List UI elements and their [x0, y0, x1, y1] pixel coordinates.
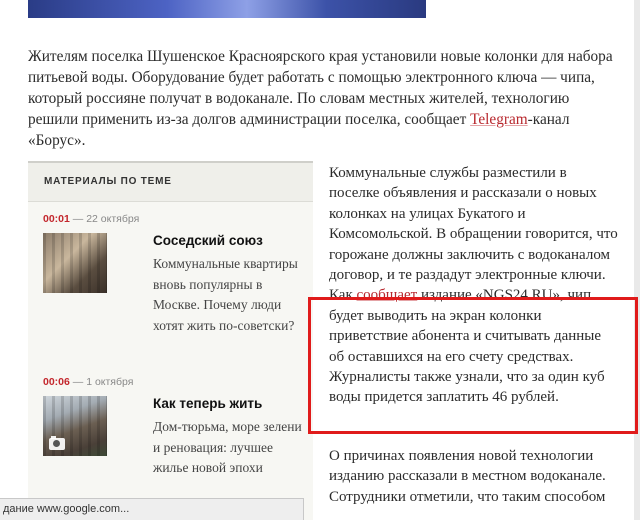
news-date: — 22 октября [69, 213, 140, 225]
news-date: — 1 октября [69, 376, 134, 388]
news-description: Коммунальные квартиры вновь популярны в … [153, 256, 298, 333]
related-news-item[interactable]: 00:06 — 1 октября Как теперь жить Дом-тю… [43, 376, 308, 475]
sidebar-heading: МАТЕРИАЛЫ ПО ТЕМЕ [28, 163, 313, 202]
article-top-image [28, 0, 426, 18]
related-news-item[interactable]: 00:01 — 22 октября Соседский союз Коммун… [43, 213, 308, 333]
news-meta: 00:01 — 22 октября [43, 213, 308, 227]
article-lead: Жителям поселка Шушенское Красноярского … [28, 48, 613, 149]
news-time: 00:01 [43, 213, 70, 225]
browser-status-bar: дание www.google.com... [0, 498, 304, 520]
news-meta: 00:06 — 1 октября [43, 376, 308, 390]
telegram-link[interactable]: Telegram [470, 111, 528, 128]
article-paragraph: О причинах появления новой технологии из… [329, 448, 606, 505]
article-paragraph: Коммунальные службы разместили в поселке… [329, 165, 618, 406]
news-thumbnail[interactable] [43, 396, 107, 456]
source-link[interactable]: сообщает [357, 287, 418, 303]
news-title[interactable]: Соседский союз [153, 233, 308, 248]
related-materials-sidebar: МАТЕРИАЛЫ ПО ТЕМЕ 00:01 — 22 октября Сос… [28, 161, 313, 520]
camera-icon [49, 436, 65, 450]
news-thumbnail[interactable] [43, 233, 107, 293]
page-scroll-edge [634, 0, 640, 520]
news-time: 00:06 [43, 376, 70, 388]
news-title[interactable]: Как теперь жить [153, 396, 308, 411]
news-description: Дом-тюрьма, море зелени и реновация: луч… [153, 419, 302, 475]
